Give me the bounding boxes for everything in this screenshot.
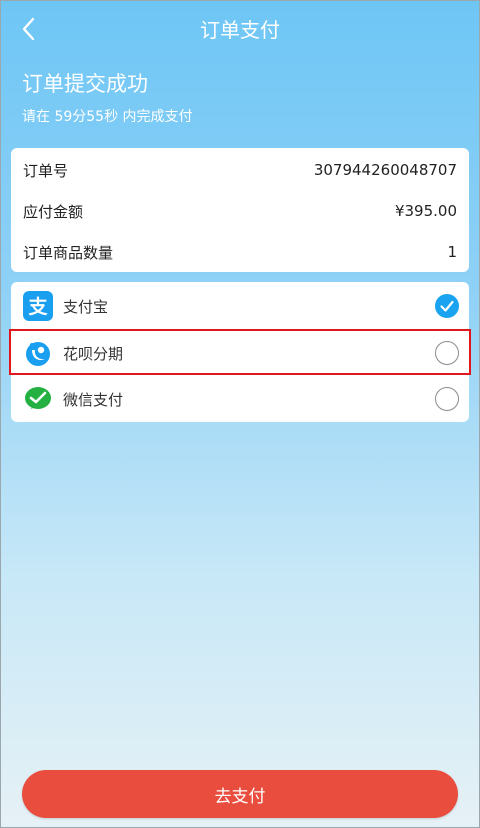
svg-text:支: 支 — [27, 296, 48, 318]
amount-due-row: 应付金额 ¥395.00 — [23, 199, 457, 223]
huabei-icon — [26, 342, 50, 366]
payment-methods-card: 支 支付宝 花呗分期 微信支付 — [11, 282, 469, 422]
item-count-row: 订单商品数量 1 — [23, 240, 457, 264]
payment-option-label: 支付宝 — [63, 297, 109, 316]
radio-checked-icon[interactable] — [435, 294, 459, 318]
payment-option-alipay[interactable]: 支 支付宝 — [11, 283, 469, 329]
amount-due-label: 应付金额 — [23, 202, 84, 221]
order-number-label: 订单号 — [23, 161, 69, 180]
order-number-value: 307944260048707 — [313, 161, 457, 179]
radio-unchecked-icon[interactable] — [435, 387, 459, 411]
order-info-card: 订单号 307944260048707 应付金额 ¥395.00 订单商品数量 … — [11, 148, 469, 272]
payment-option-huabei[interactable]: 花呗分期 — [11, 330, 469, 376]
amount-due-value: ¥395.00 — [394, 202, 457, 220]
page-title: 订单支付 — [200, 18, 280, 42]
header-bar: 订单支付 — [0, 0, 480, 60]
order-success-message: 订单提交成功 — [22, 72, 148, 96]
radio-unchecked-icon[interactable] — [435, 341, 459, 365]
payment-countdown: 请在 59分55秒 内完成支付 — [22, 109, 193, 125]
payment-option-label: 微信支付 — [63, 390, 124, 409]
payment-option-wechat[interactable]: 微信支付 — [11, 376, 469, 422]
wechat-pay-icon — [25, 387, 51, 409]
alipay-icon: 支 — [23, 291, 53, 321]
item-count-value: 1 — [447, 243, 457, 261]
payment-option-label: 花呗分期 — [63, 344, 124, 363]
pay-button[interactable]: 去支付 — [22, 770, 458, 818]
order-number-row: 订单号 307944260048707 — [23, 158, 457, 182]
item-count-label: 订单商品数量 — [23, 243, 114, 262]
